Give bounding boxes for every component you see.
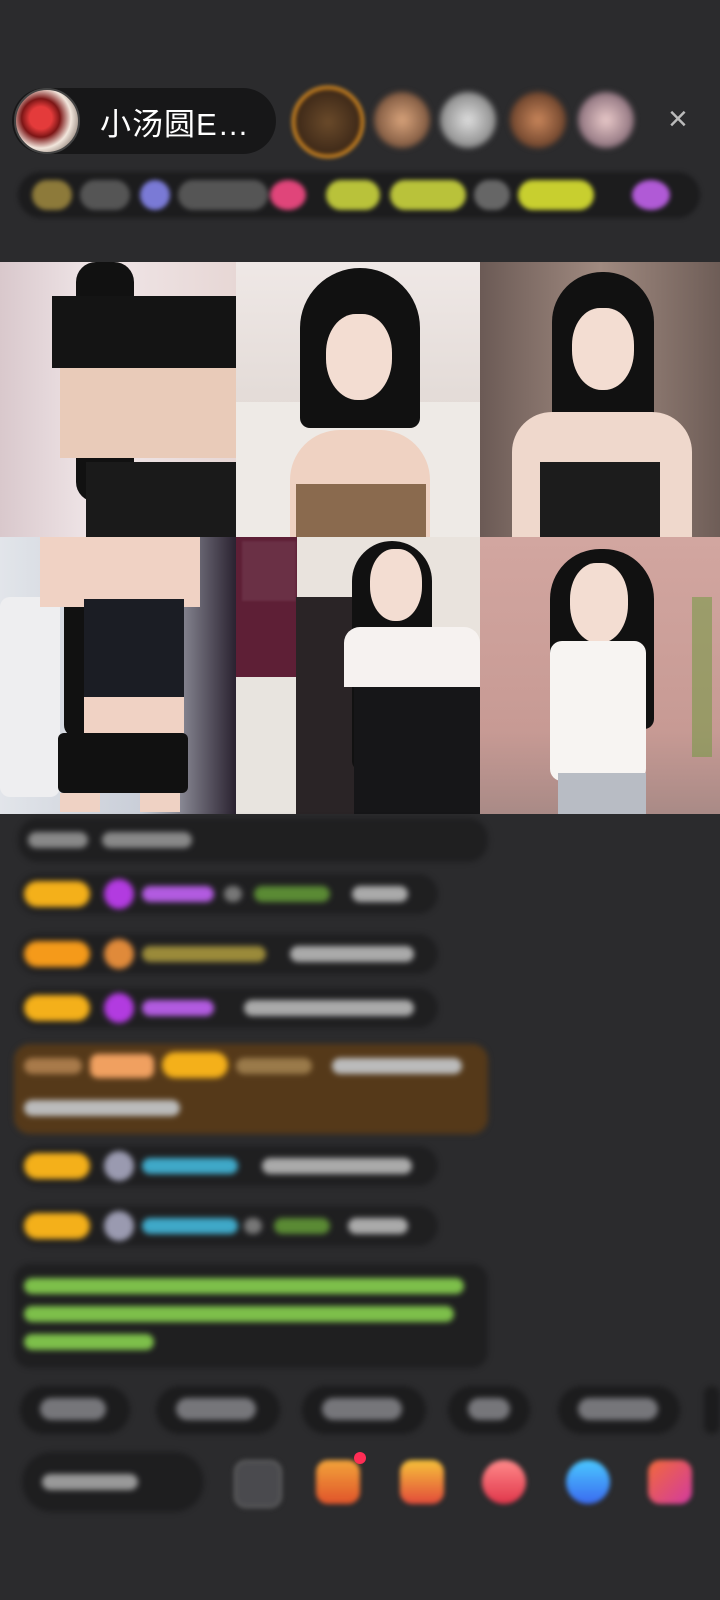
gift-icon[interactable]: [648, 1460, 692, 1504]
video-tile-streamer-2[interactable]: [236, 262, 480, 537]
host-name: 小汤圆E…: [100, 106, 250, 142]
video-tile-streamer-6[interactable]: [480, 537, 720, 814]
viewer-avatar-5[interactable]: [578, 92, 634, 148]
chat-message: [18, 1206, 438, 1246]
quick-action-pill-4[interactable]: [448, 1386, 530, 1434]
chat-input[interactable]: [22, 1452, 204, 1512]
viewer-avatar-4[interactable]: [510, 92, 566, 148]
chat-message: [18, 818, 488, 862]
chat-message: [18, 988, 438, 1028]
viewer-avatar-1[interactable]: [292, 86, 364, 158]
video-tile-streamer-5[interactable]: [236, 537, 480, 814]
chat-message: [18, 934, 438, 974]
quick-action-pill-1[interactable]: [20, 1386, 130, 1434]
like-icon[interactable]: [482, 1460, 526, 1504]
chat-message: [18, 874, 438, 914]
share-icon[interactable]: [566, 1460, 610, 1504]
viewer-avatar-3[interactable]: [440, 92, 496, 148]
room-status-bar[interactable]: [18, 172, 700, 218]
system-notice: [14, 1264, 488, 1368]
host-info-pill[interactable]: 小汤圆E…: [12, 88, 276, 154]
chat-message: [18, 1146, 438, 1186]
video-tile-streamer-4[interactable]: [0, 537, 236, 814]
chat-message-highlighted: [14, 1044, 488, 1134]
close-icon[interactable]: ×: [668, 102, 688, 136]
gift-box-icon[interactable]: [400, 1460, 444, 1504]
notification-dot-icon: [354, 1452, 366, 1464]
quick-action-pill-5[interactable]: [558, 1386, 680, 1434]
quick-action-pill-6[interactable]: [704, 1386, 720, 1434]
video-tile-streamer-1[interactable]: [0, 262, 236, 537]
multi-guest-video-grid: [0, 262, 720, 814]
quick-action-pill-2[interactable]: [156, 1386, 280, 1434]
quick-action-pill-3[interactable]: [302, 1386, 426, 1434]
shopping-icon[interactable]: [316, 1460, 360, 1504]
host-avatar[interactable]: [14, 88, 80, 154]
video-tile-streamer-3[interactable]: [480, 262, 720, 537]
emoji-icon[interactable]: [234, 1460, 282, 1508]
viewer-avatar-2[interactable]: [374, 92, 430, 148]
